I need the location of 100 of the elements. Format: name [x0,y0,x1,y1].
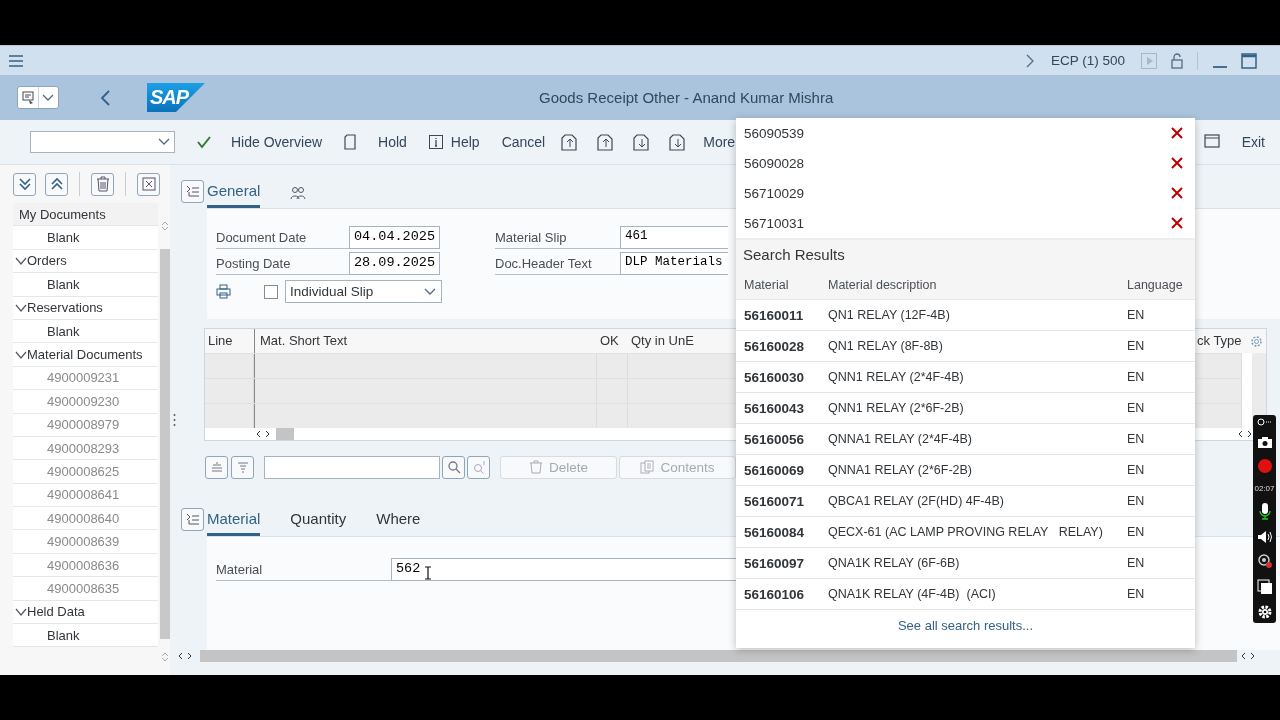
scroll-thumb[interactable] [200,650,1237,662]
collapse-all-button[interactable] [45,172,68,196]
close-button[interactable] [137,172,160,196]
window-icon[interactable] [1203,134,1220,150]
result-cell[interactable]: EN [1127,525,1195,539]
tab[interactable]: Where [376,510,421,536]
hide-overview-button[interactable]: Hide Overview [231,134,323,150]
scroll-thumb[interactable] [276,428,294,440]
result-cell[interactable]: 56160084 [736,524,828,540]
partners-icon[interactable] [290,186,307,200]
search-field[interactable] [264,455,440,479]
result-cell[interactable]: QNN1 RELAY (2*6F-2B) [828,401,1127,415]
recent-search-item[interactable]: 56710029 [744,185,805,201]
result-cell[interactable]: QBCA1 RELAY (2F(HD) 4F-4B) [828,494,1127,508]
chevron-right-icon[interactable] [1024,53,1035,68]
tree-header[interactable]: My Documents [13,203,158,227]
recent-search-item[interactable]: 56090539 [744,125,805,141]
webcam-icon[interactable] [1256,553,1273,569]
result-cell[interactable]: EN [1127,308,1195,322]
more-button[interactable]: More [703,134,736,150]
unlock-icon[interactable] [1171,52,1183,69]
result-cell[interactable]: 56160106 [736,586,828,602]
microphone-icon[interactable] [1257,502,1272,520]
recent-search-item[interactable]: 56710031 [744,215,805,231]
help-button[interactable]: Help [450,134,480,150]
tree-item[interactable]: Blank [47,276,80,292]
result-cell[interactable]: EN [1127,339,1195,353]
scroll-arrows-icon[interactable] [1238,429,1252,439]
result-cell[interactable]: 56160056 [736,431,828,447]
see-all-link[interactable]: See all search results... [897,618,1034,633]
column-header[interactable]: OK [597,329,628,353]
download-icon[interactable] [633,133,650,151]
document-icon[interactable] [344,134,357,150]
scroll-arrows-icon[interactable] [178,651,192,661]
check-icon[interactable] [197,135,211,149]
scrollbar[interactable] [1241,353,1252,428]
recent-search-item[interactable]: 56090028 [744,155,805,171]
result-cell[interactable]: QNNA1 RELAY (2*6F-2B) [828,463,1127,477]
column-header[interactable]: ck Type [1196,329,1248,353]
result-cell[interactable]: EN [1127,432,1195,446]
remove-icon[interactable] [1171,217,1183,229]
back-icon[interactable] [99,88,113,107]
input-field[interactable]: 562 [391,558,736,581]
result-cell[interactable]: EN [1127,401,1195,415]
result-cell[interactable]: QNA1K RELAY (4F-4B) (ACI) [828,587,1127,601]
tree-node[interactable]: Orders [27,253,67,269]
scroll-arrows-icon[interactable] [256,429,270,439]
date-field[interactable]: 04.04.2025 [349,226,440,249]
result-cell[interactable]: 56160030 [736,369,828,385]
search-button[interactable] [442,455,465,479]
hold-button[interactable]: Hold [378,134,407,150]
remove-icon[interactable] [1171,127,1183,139]
result-cell[interactable]: 56160028 [736,338,828,354]
tree-item[interactable]: Blank [47,323,80,339]
tree-item[interactable]: Blank [47,230,80,246]
result-cell[interactable]: EN [1127,463,1195,477]
result-cell[interactable]: 56160069 [736,462,828,478]
trash-button[interactable] [91,172,114,196]
result-cell[interactable]: QN1 RELAY (12F-4B) [828,308,1127,322]
remove-icon[interactable] [1171,157,1183,169]
menu-icon[interactable] [8,53,24,68]
result-cell[interactable]: 56160071 [736,493,828,509]
input-field[interactable]: 461 [620,226,728,249]
tree-item[interactable]: Blank [47,627,80,643]
result-cell[interactable]: EN [1127,494,1195,508]
result-cell[interactable]: QECX-61 (AC LAMP PROVING RELAY RELAY) [828,525,1127,539]
command-field-button[interactable] [17,86,59,109]
speaker-icon[interactable] [1256,529,1273,544]
settings-icon[interactable] [1256,604,1273,620]
result-cell[interactable]: QNN1 RELAY (2*4F-4B) [828,370,1127,384]
print-icon[interactable] [216,284,231,299]
checkbox[interactable] [264,284,278,299]
dropdown[interactable]: Individual Slip [285,280,442,303]
scrollbar[interactable] [160,203,170,675]
camera-icon[interactable] [1256,435,1273,449]
windows-icon[interactable] [1256,578,1273,595]
result-cell[interactable]: EN [1127,556,1195,570]
tab[interactable]: Quantity [290,510,347,536]
upload-icon[interactable] [597,133,614,151]
result-cell[interactable]: 56160043 [736,400,828,416]
record-icon[interactable] [1256,458,1273,474]
expand-all-button[interactable] [13,172,36,196]
cancel-button[interactable]: Cancel [501,134,546,150]
result-cell[interactable]: EN [1127,587,1195,601]
result-cell[interactable]: EN [1127,370,1195,384]
download-icon[interactable] [669,133,686,151]
splitter-handle-icon[interactable] [172,413,176,427]
result-cell[interactable]: QN1 RELAY (8F-8B) [828,339,1127,353]
result-cell[interactable]: 56160097 [736,555,828,571]
column-header[interactable]: Line [205,329,254,353]
column-header[interactable]: Qty in UnE [628,329,738,353]
date-field[interactable]: 28.09.2025 [349,252,440,275]
input-field[interactable]: DLP Materials [620,252,728,275]
remove-icon[interactable] [1171,187,1183,199]
result-cell[interactable]: 56160011 [736,307,828,323]
scroll-arrows-icon[interactable] [1241,651,1255,661]
result-cell[interactable]: QNA1K RELAY (6F-6B) [828,556,1127,570]
result-cell[interactable]: QNNA1 RELAY (2*4F-4B) [828,432,1127,446]
maximize-icon[interactable] [1241,52,1257,69]
upload-icon[interactable] [561,133,578,151]
